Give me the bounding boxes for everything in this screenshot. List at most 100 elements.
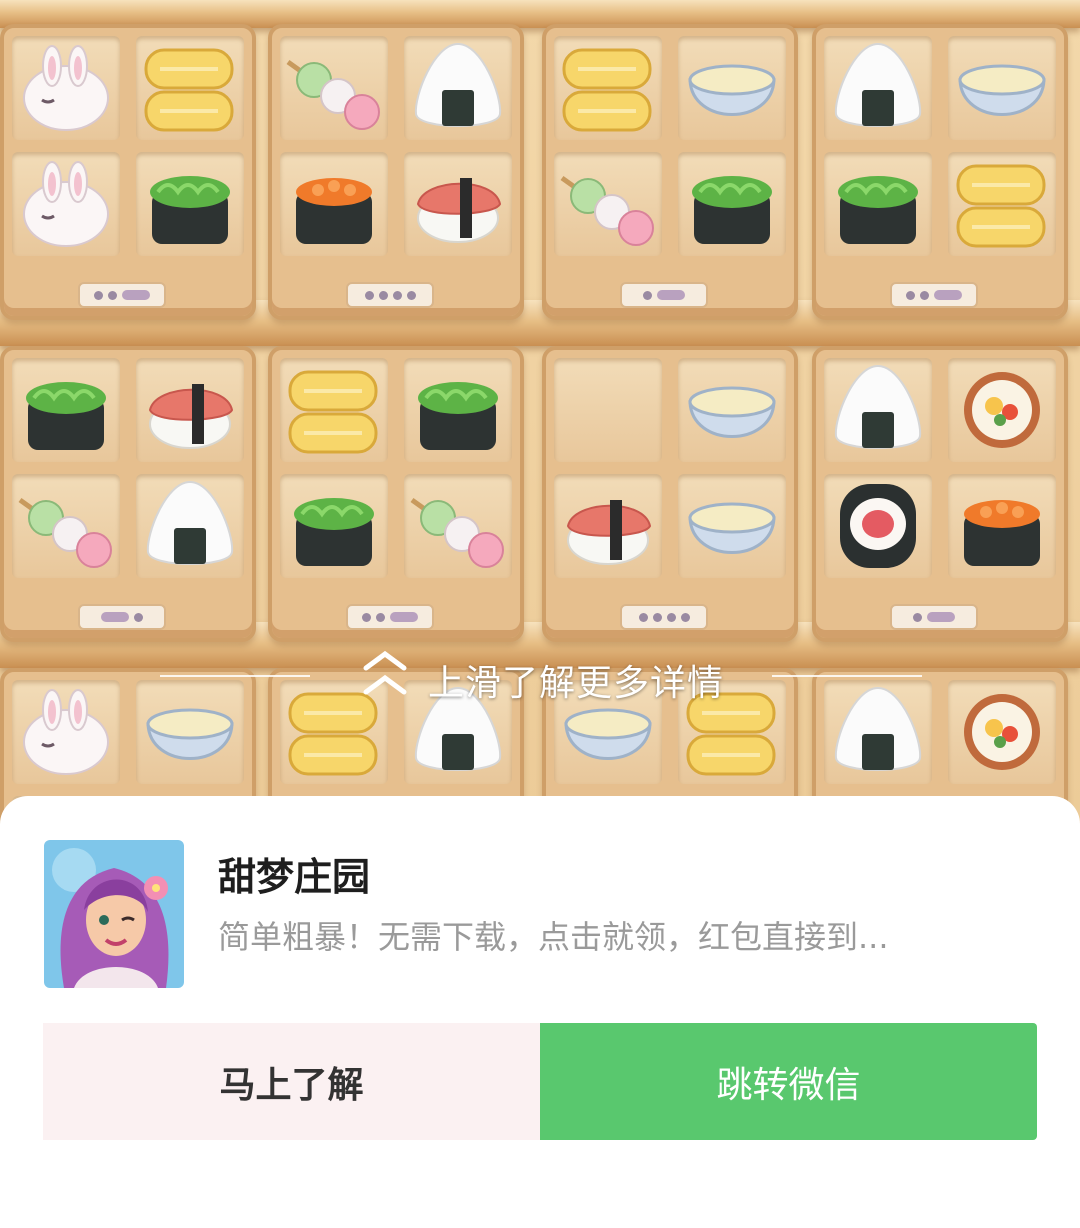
bento-cell[interactable] (404, 358, 512, 462)
bento-cell[interactable] (404, 474, 512, 578)
progress-pill (934, 290, 962, 300)
tamagoyaki-icon (288, 370, 378, 454)
nigiri-icon (566, 500, 652, 565)
progress-dot (376, 612, 385, 622)
tamagoyaki-icon (562, 48, 652, 132)
box-progress-tag (620, 604, 708, 630)
onigiri-icon (146, 480, 234, 565)
progress-dot (362, 612, 371, 622)
bento-cell[interactable] (678, 474, 786, 578)
onigiri-icon (834, 42, 922, 127)
bento-cell[interactable] (12, 152, 120, 256)
ad-bottom-sheet: 甜梦庄园 简单粗暴！无需下载，点击就领，红包直接到... 马上了解 跳转微信 (0, 796, 1080, 1228)
progress-dot (906, 290, 915, 300)
bento-cell[interactable] (554, 36, 662, 140)
progress-dot (638, 612, 648, 622)
bento-cell[interactable] (678, 152, 786, 256)
bento-cell[interactable] (554, 474, 662, 578)
bento-cell[interactable] (280, 358, 388, 462)
bento-cell[interactable] (948, 358, 1056, 462)
dango-icon (18, 497, 112, 568)
onigiri-icon (834, 364, 922, 449)
box-progress-tag (346, 604, 434, 630)
bento-cell[interactable] (824, 474, 932, 578)
maki-roll-icon (964, 372, 1040, 448)
swipe-hint-text: 上滑了解更多详情 (428, 663, 725, 704)
progress-dot (94, 290, 103, 300)
custard-bowl-icon (688, 502, 776, 554)
seaweed-gunkan-icon (418, 382, 498, 450)
bento-cell[interactable] (554, 152, 662, 256)
box-progress-tag (890, 282, 978, 308)
bento-cell[interactable] (948, 474, 1056, 578)
bento-cell[interactable] (280, 474, 388, 578)
dango-icon (560, 175, 654, 246)
bento-cell[interactable] (136, 36, 244, 140)
progress-dot (406, 290, 416, 300)
dango-icon (286, 59, 380, 130)
progress-dot (920, 290, 929, 300)
seaweed-gunkan-icon (150, 176, 230, 244)
hint-divider-left (160, 675, 310, 677)
progress-dot (392, 290, 402, 300)
progress-dot (652, 612, 662, 622)
bunny-mochi-icon (23, 161, 109, 247)
dango-icon (410, 497, 504, 568)
bento-cell[interactable] (404, 36, 512, 140)
custard-bowl-icon (688, 386, 776, 438)
chevron-up-icon (363, 650, 407, 695)
progress-pill (657, 290, 685, 300)
bento-cell[interactable] (12, 358, 120, 462)
tamagoyaki-icon (144, 48, 234, 132)
custard-bowl-icon (688, 64, 776, 116)
hint-divider-right (772, 675, 922, 677)
learn-more-button[interactable]: 马上了解 (43, 1023, 540, 1140)
futomaki-icon (840, 484, 916, 568)
bento-cell[interactable] (280, 36, 388, 140)
bento-cell[interactable] (678, 36, 786, 140)
bento-cell[interactable] (824, 358, 932, 462)
progress-dot (134, 612, 143, 622)
bento-cell[interactable] (136, 152, 244, 256)
bento-cell[interactable] (12, 36, 120, 140)
bento-cell[interactable] (404, 152, 512, 256)
nigiri-icon (416, 178, 502, 243)
bento-cell[interactable] (824, 36, 932, 140)
progress-dot (913, 612, 922, 622)
bento-cell[interactable] (12, 474, 120, 578)
progress-pill (122, 290, 150, 300)
ikura-gunkan-icon (296, 178, 372, 244)
progress-dot (643, 290, 652, 300)
bento-cell[interactable] (948, 152, 1056, 256)
box-progress-tag (346, 282, 434, 308)
app-description: 简单粗暴！无需下载，点击就领，红包直接到... (218, 918, 889, 956)
bento-box[interactable] (268, 24, 524, 320)
bento-cell[interactable] (280, 152, 388, 256)
bento-box[interactable] (0, 24, 256, 320)
progress-pill (390, 612, 418, 622)
progress-dot (364, 290, 374, 300)
bento-cell[interactable] (136, 358, 244, 462)
bento-box[interactable] (0, 346, 256, 642)
app-icon[interactable] (44, 840, 184, 988)
bento-box[interactable] (268, 346, 524, 642)
onigiri-icon (414, 42, 502, 127)
seaweed-gunkan-icon (294, 498, 374, 566)
bento-cell[interactable] (136, 474, 244, 578)
bento-cell[interactable] (554, 358, 662, 462)
app-name: 甜梦庄园 (218, 855, 371, 899)
bento-box[interactable] (812, 24, 1068, 320)
bento-box[interactable] (812, 346, 1068, 642)
bento-cell[interactable] (678, 358, 786, 462)
tamagoyaki-icon (956, 164, 1046, 248)
bento-cell[interactable] (948, 36, 1056, 140)
bento-box[interactable] (542, 346, 798, 642)
ikura-gunkan-icon (964, 500, 1040, 566)
bento-cell[interactable] (824, 152, 932, 256)
seaweed-gunkan-icon (692, 176, 772, 244)
box-progress-tag (620, 282, 708, 308)
progress-pill (101, 612, 129, 622)
box-progress-tag (78, 604, 166, 630)
open-wechat-button[interactable]: 跳转微信 (540, 1023, 1037, 1140)
bento-box[interactable] (542, 24, 798, 320)
